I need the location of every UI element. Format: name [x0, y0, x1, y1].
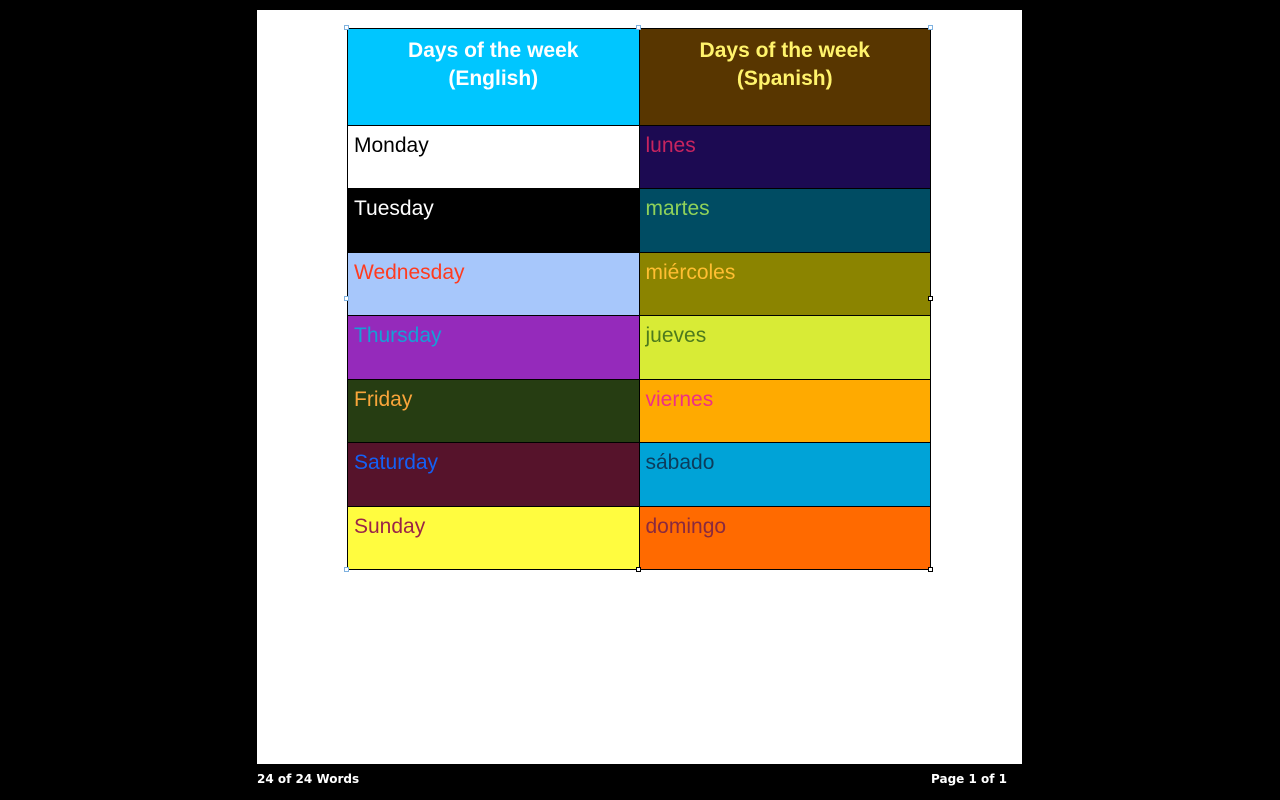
- selection-handle-middle-right[interactable]: [928, 296, 933, 301]
- header-english-line1: Days of the week: [408, 39, 579, 62]
- selection-handle-top-left[interactable]: [344, 25, 349, 30]
- english-day-text: Saturday: [354, 451, 439, 475]
- page-indicator: Page 1 of 1: [931, 772, 1007, 786]
- selection-handle-bottom-left[interactable]: [344, 567, 349, 572]
- cell-english[interactable]: Monday: [347, 124, 640, 190]
- table-header-row: Days of the week (English) Days of the w…: [347, 28, 931, 126]
- table-row: Tuesday martes: [347, 188, 931, 253]
- cell-english[interactable]: Thursday: [347, 315, 640, 380]
- table-row: Friday viernes: [347, 378, 931, 444]
- cell-english[interactable]: Saturday: [347, 442, 640, 507]
- cell-english[interactable]: Friday: [347, 378, 640, 444]
- english-day-text: Sunday: [354, 514, 426, 538]
- header-spanish-line1: Days of the week: [699, 39, 870, 62]
- cell-english[interactable]: Sunday: [347, 505, 640, 571]
- spanish-day-text: domingo: [645, 514, 727, 538]
- spanish-day-text: viernes: [645, 387, 714, 411]
- header-english[interactable]: Days of the week (English): [347, 28, 640, 126]
- english-day-text: Monday: [354, 134, 429, 157]
- cell-english[interactable]: Tuesday: [347, 188, 640, 253]
- cell-spanish[interactable]: domingo: [638, 505, 931, 571]
- table-row: Thursday jueves: [347, 315, 931, 380]
- header-spanish[interactable]: Days of the week (Spanish): [638, 28, 931, 126]
- header-english-line2: (English): [448, 67, 539, 90]
- spanish-day-text: sábado: [645, 451, 715, 475]
- spanish-day-text: miércoles: [645, 260, 736, 284]
- table-row: Wednesday miércoles: [347, 251, 931, 317]
- english-day-text: Friday: [354, 387, 413, 411]
- cell-spanish[interactable]: miércoles: [638, 251, 931, 317]
- english-day-text: Wednesday: [354, 260, 465, 284]
- cell-spanish[interactable]: lunes: [638, 124, 931, 190]
- spanish-day-text: lunes: [645, 134, 696, 157]
- english-day-text: Thursday: [354, 324, 442, 348]
- days-table-container[interactable]: Days of the week (English) Days of the w…: [344, 25, 933, 572]
- cell-english[interactable]: Wednesday: [347, 251, 640, 317]
- table-row: Monday lunes: [347, 124, 931, 190]
- cell-spanish[interactable]: viernes: [638, 378, 931, 444]
- spanish-day-text: martes: [645, 197, 710, 221]
- spanish-day-text: jueves: [645, 324, 707, 348]
- cell-spanish[interactable]: jueves: [638, 315, 931, 380]
- document-page[interactable]: Days of the week (English) Days of the w…: [257, 10, 1022, 764]
- table-row: Sunday domingo: [347, 505, 931, 571]
- selection-handle-top-right[interactable]: [928, 25, 933, 30]
- days-of-week-table[interactable]: Days of the week (English) Days of the w…: [347, 28, 931, 571]
- english-day-text: Tuesday: [354, 197, 434, 221]
- table-row: Saturday sábado: [347, 442, 931, 507]
- selection-handle-top-middle[interactable]: [636, 25, 641, 30]
- header-spanish-line2: (Spanish): [736, 67, 833, 90]
- selection-handle-bottom-middle[interactable]: [636, 567, 641, 572]
- cell-spanish[interactable]: martes: [638, 188, 931, 253]
- cell-spanish[interactable]: sábado: [638, 442, 931, 507]
- selection-handle-bottom-right[interactable]: [928, 567, 933, 572]
- selection-handle-middle-left[interactable]: [344, 296, 349, 301]
- word-count: 24 of 24 Words: [257, 772, 360, 786]
